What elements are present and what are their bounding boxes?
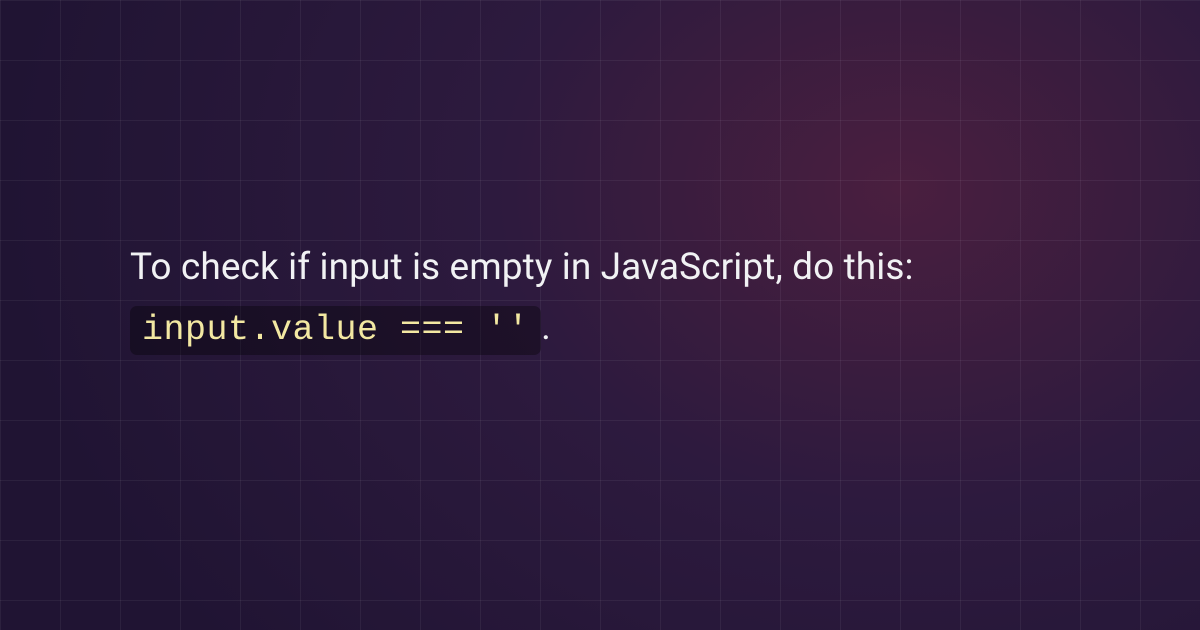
text-before: To check if input is empty in JavaScript… <box>130 246 914 289</box>
text-after: . <box>541 306 551 349</box>
card-text: To check if input is empty in JavaScript… <box>130 238 1070 359</box>
code-snippet: input.value === '' <box>130 306 541 355</box>
